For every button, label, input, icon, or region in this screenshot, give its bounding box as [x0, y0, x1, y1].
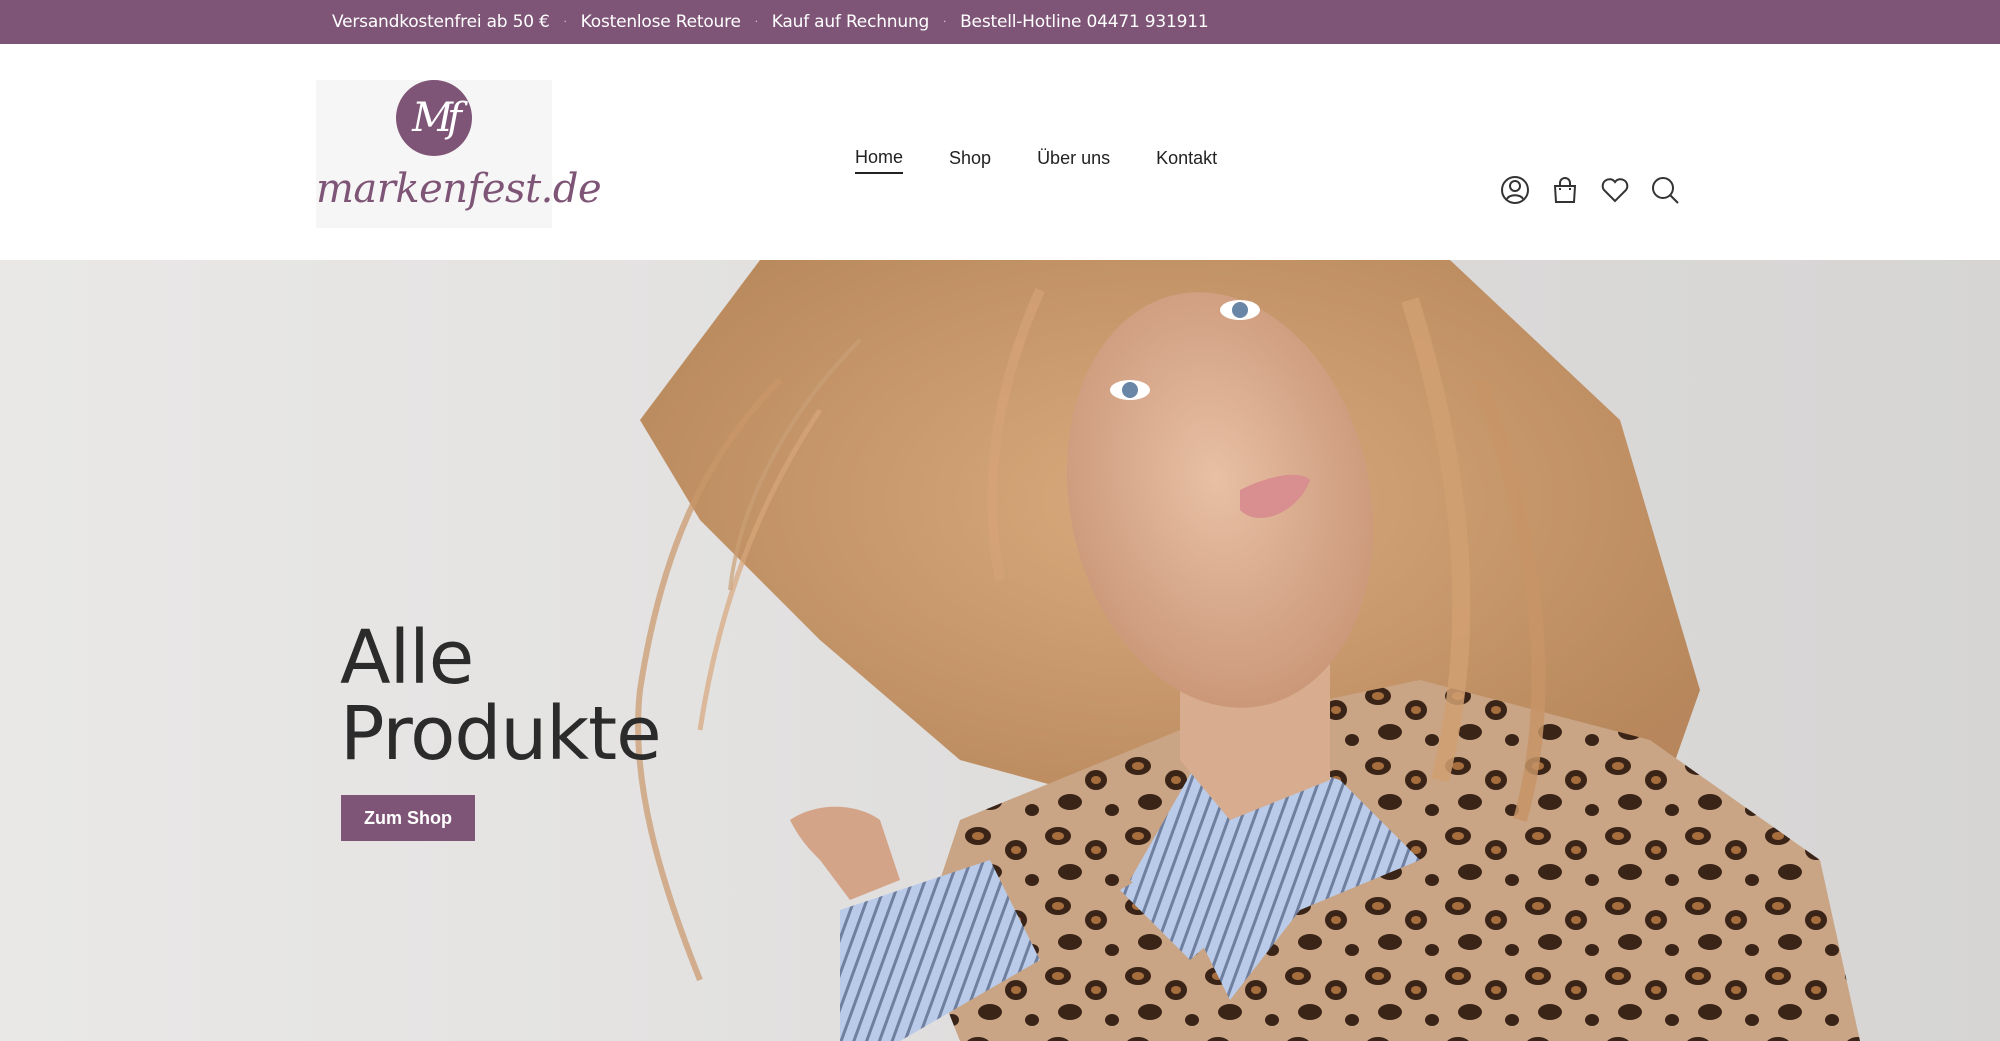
topbar-separator: · — [563, 16, 567, 28]
cart-icon[interactable] — [1550, 175, 1580, 205]
site-header: Mf markenfest.de Home Shop Über uns Kont… — [0, 44, 2000, 260]
site-logo[interactable]: Mf markenfest.de — [316, 80, 602, 228]
header-actions — [1500, 175, 1680, 205]
topbar-separator: · — [943, 16, 947, 28]
announcement-bar: Versandkostenfrei ab 50 € · Kostenlose R… — [0, 0, 2000, 44]
logo-wordmark: markenfest.de — [316, 166, 602, 212]
nav-contact[interactable]: Kontakt — [1156, 148, 1217, 173]
hero-title-line2: Produkte — [340, 691, 662, 777]
nav-shop[interactable]: Shop — [949, 148, 991, 173]
topbar-free-shipping: Versandkostenfrei ab 50 € — [332, 12, 550, 32]
topbar-invoice: Kauf auf Rechnung — [771, 12, 930, 32]
topbar-separator: · — [754, 16, 758, 28]
nav-about[interactable]: Über uns — [1037, 148, 1110, 173]
topbar-hotline: Bestell-Hotline 04471 931911 — [960, 12, 1209, 32]
hero-title-line1: Alle — [340, 615, 474, 701]
search-icon[interactable] — [1650, 175, 1680, 205]
hero-title: Alle Produkte — [340, 620, 760, 772]
hero-model-image — [635, 260, 1860, 1041]
shop-cta-button[interactable]: Zum Shop — [341, 795, 475, 841]
main-navigation: Home Shop Über uns Kontakt — [855, 140, 1217, 180]
nav-home[interactable]: Home — [855, 147, 904, 174]
logo-monogram: Mf — [396, 80, 472, 156]
account-icon[interactable] — [1500, 175, 1530, 205]
topbar-free-returns: Kostenlose Retoure — [580, 12, 741, 32]
wishlist-heart-icon[interactable] — [1600, 175, 1630, 205]
hero-banner: Alle Produkte Zum Shop — [0, 260, 2000, 1041]
